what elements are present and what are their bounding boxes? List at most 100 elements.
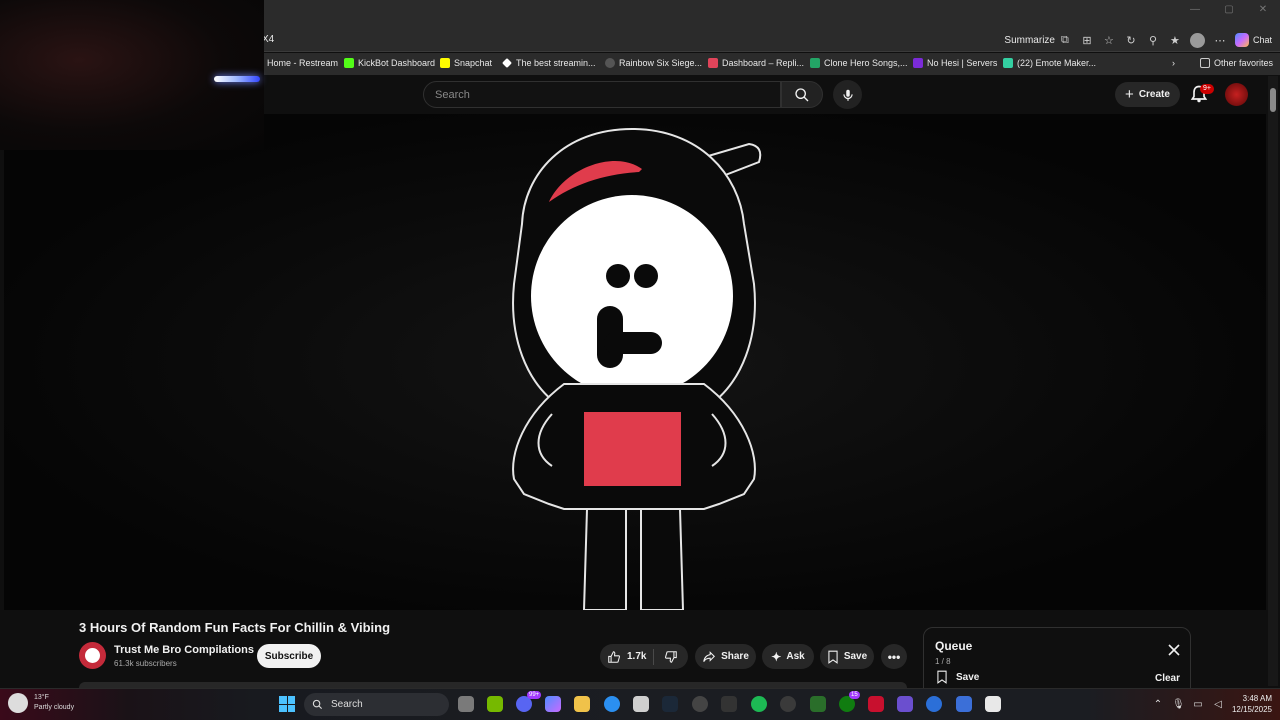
obs-icon[interactable]	[692, 696, 708, 712]
favorite-star-icon[interactable]: ☆	[1102, 33, 1116, 47]
search-input[interactable]	[424, 82, 780, 107]
temperature: 13°F	[34, 694, 49, 701]
discord-badge: 99+	[527, 691, 542, 699]
close-window-icon[interactable]: ✕	[1246, 4, 1280, 15]
weather-widget[interactable]: 13°F Partly cloudy	[8, 693, 74, 713]
store-icon[interactable]	[633, 696, 649, 712]
queue-close-button[interactable]	[1166, 642, 1182, 658]
copilot-chat-button[interactable]: Chat	[1234, 33, 1272, 47]
tray-speaker-icon[interactable]: ◁	[1212, 699, 1224, 710]
minimize-icon[interactable]: —	[1178, 4, 1212, 15]
bookmark-icon	[828, 650, 838, 664]
save-label: Save	[843, 651, 868, 662]
subscribe-button[interactable]: Subscribe	[257, 644, 321, 668]
tray-microphone-icon[interactable]: 🎙︎	[1172, 699, 1185, 710]
bookmark-item[interactable]: (22) Emote Maker...	[1003, 58, 1096, 68]
favorites-icon[interactable]: ★	[1168, 33, 1182, 47]
voice-search-button[interactable]	[833, 80, 862, 109]
window-controls: — ▢ ✕	[1178, 4, 1280, 15]
tray-overflow-icon[interactable]: ⌃	[1152, 699, 1164, 710]
thumbs-up-icon	[608, 650, 621, 663]
replit-icon	[708, 58, 718, 68]
bookmark-label: Clone Hero Songs,...	[824, 58, 908, 68]
dislike-button[interactable]	[654, 650, 688, 664]
bookmark-label: Dashboard – Repli...	[722, 58, 805, 68]
file-explorer-icon[interactable]	[574, 696, 590, 712]
bookmark-item[interactable]: Dashboard – Repli...	[708, 58, 804, 68]
emote-maker-icon	[1003, 58, 1013, 68]
share-arrow-icon	[703, 650, 716, 662]
windows-start-icon[interactable]	[279, 696, 295, 712]
steam-icon[interactable]	[662, 696, 678, 712]
copilot-taskbar-icon[interactable]	[545, 696, 561, 712]
bookmark-item[interactable]: Snapchat	[440, 58, 492, 68]
bookmark-item[interactable]: No Hesi | Servers	[913, 58, 997, 68]
channel-avatar[interactable]	[79, 642, 106, 669]
bookmark-label: The best streamin...	[516, 58, 596, 68]
app-icon[interactable]	[926, 696, 942, 712]
bookmark-label: (22) Emote Maker...	[1017, 58, 1097, 68]
more-actions-button[interactable]: •••	[881, 644, 907, 669]
b-app-icon[interactable]	[810, 696, 826, 712]
thumbs-down-icon	[664, 650, 677, 663]
queue-save-button[interactable]: Save	[936, 670, 979, 684]
save-button[interactable]: Save	[820, 644, 874, 669]
task-view-icon[interactable]	[458, 696, 474, 712]
more-horizontal-icon: •••	[887, 649, 901, 664]
microphone-icon	[842, 89, 853, 101]
bookmark-item[interactable]: Clone Hero Songs,...	[810, 58, 908, 68]
summarize-label: Summarize	[1004, 34, 1055, 46]
scrollbar-thumb[interactable]	[1270, 88, 1276, 112]
app-icon[interactable]	[897, 696, 913, 712]
share-button[interactable]: Share	[695, 644, 756, 669]
other-favorites[interactable]: Other favorites	[1200, 58, 1273, 68]
bookmark-item[interactable]: KickBot Dashboard	[344, 58, 435, 68]
clock[interactable]: 3:48 AM 12/15/2025	[1232, 693, 1272, 715]
summarize-button[interactable]: Summarize ⧉	[1004, 33, 1072, 47]
weather-condition: Partly cloudy	[34, 704, 75, 711]
spotify-icon[interactable]	[751, 696, 767, 712]
video-player[interactable]	[4, 114, 1266, 610]
taskbar-search-label: Search	[331, 699, 363, 710]
bookmark-item[interactable]: Rainbow Six Siege...	[605, 58, 702, 68]
nohesi-icon	[913, 58, 923, 68]
profile-icon[interactable]	[1189, 32, 1205, 48]
bookmark-item[interactable]: The best streamin...	[502, 58, 596, 68]
channel-name[interactable]: Trust Me Bro Compilations	[114, 644, 254, 656]
queue-title: Queue	[935, 639, 973, 653]
bookmarks-overflow-icon[interactable]: ›	[1172, 58, 1175, 68]
tray-display-icon[interactable]: ▭	[1192, 699, 1204, 710]
r6-icon	[605, 58, 615, 68]
create-button[interactable]: + Create	[1115, 82, 1180, 107]
maximize-icon[interactable]: ▢	[1212, 4, 1246, 15]
more-menu-icon[interactable]: ⋯	[1213, 33, 1227, 47]
search-button[interactable]	[781, 81, 823, 108]
ask-button[interactable]: ✦ Ask	[762, 644, 814, 669]
app-icon[interactable]	[956, 696, 972, 712]
date: 12/15/2025	[1231, 705, 1272, 714]
notepad-icon[interactable]	[985, 696, 1001, 712]
4k-video-icon[interactable]	[780, 696, 796, 712]
account-avatar[interactable]	[1225, 83, 1248, 106]
subscriber-count: 61.3k subscribers	[114, 659, 177, 668]
extensions-icon[interactable]: ⚲	[1146, 33, 1160, 47]
other-favorites-label: Other favorites	[1214, 58, 1274, 68]
bookmark-label: Snapchat	[454, 58, 493, 68]
page-scrollbar[interactable]	[1268, 76, 1278, 686]
system-tray: ⌃ 🎙︎ ▭ ◁ 3:48 AM 12/15/2025	[1152, 693, 1272, 715]
nvidia-icon[interactable]	[487, 696, 503, 712]
close-icon	[1168, 644, 1180, 656]
copilot-summarize-icon: ⧉	[1061, 33, 1069, 46]
edge-icon[interactable]	[604, 696, 620, 712]
queue-clear-button[interactable]: Clear	[1155, 673, 1180, 684]
bookmark-label: Rainbow Six Siege...	[619, 58, 703, 68]
settings-gear-icon[interactable]	[721, 696, 737, 712]
taskbar-search[interactable]: Search	[304, 693, 449, 716]
like-button[interactable]: 1.7k	[600, 648, 654, 665]
bookmark-item[interactable]: Home - Restream	[267, 58, 338, 68]
refresh-icon[interactable]: ↻	[1124, 33, 1138, 47]
queue-save-label: Save	[956, 671, 980, 683]
copilot-icon	[1234, 33, 1249, 47]
msi-icon[interactable]	[868, 696, 884, 712]
split-screen-icon[interactable]: ⊞	[1080, 33, 1094, 47]
